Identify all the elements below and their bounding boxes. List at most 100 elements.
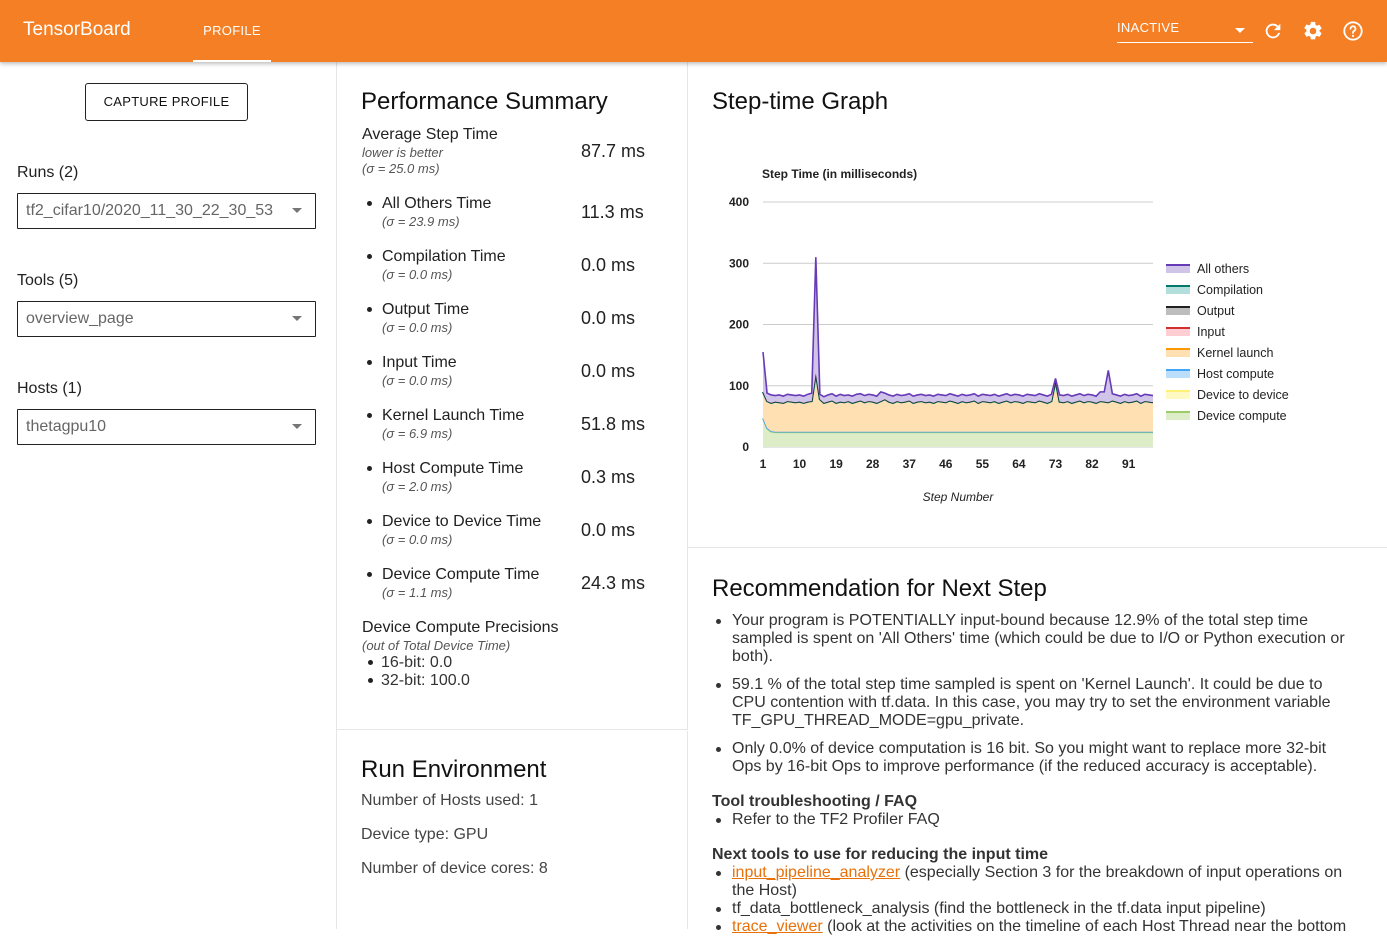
device-cores: Number of device cores: 8 — [361, 860, 548, 877]
text-line: Only 0.0% of device computation is 16 bi… — [732, 740, 1327, 757]
metric-sigma: (σ = 1.1 ms) — [382, 585, 453, 600]
legend-swatch — [1166, 412, 1190, 420]
faq-heading: Tool troubleshooting / FAQ — [712, 793, 918, 810]
x-tick-label: 28 — [866, 457, 880, 471]
metric-value: 0.0 ms — [581, 520, 636, 540]
runs-select-value: tf2_cifar10/2020_11_30_22_30_53 — [26, 202, 274, 219]
x-tick-label: 55 — [976, 457, 990, 471]
text-line: (especially Section 3 for the breakdown … — [900, 864, 1343, 881]
step-time-chart[interactable]: Step Time (in milliseconds) 0 100 200 300 40… — [688, 142, 1387, 582]
step-time-graph-title: Step-time Graph — [712, 88, 889, 115]
input-pipeline-analyzer-link[interactable]: input_pipeline_analyzer — [732, 864, 900, 881]
metric-value: 0.0 ms — [581, 255, 636, 275]
bullet-dot — [367, 307, 372, 312]
x-tick-label: 1 — [760, 457, 767, 471]
metric-value: 0.3 ms — [581, 467, 636, 487]
x-tick-label: 73 — [1049, 457, 1063, 471]
tools-select-value: overview_page — [26, 310, 134, 327]
bullet-dot — [367, 201, 372, 206]
metric-name: Device Compute Time — [382, 566, 540, 583]
legend-label: Kernel launch — [1197, 346, 1273, 360]
y-tick-label: 300 — [729, 256, 749, 270]
bullet-dot — [367, 466, 372, 471]
metric-sigma: (σ = 23.9 ms) — [382, 214, 460, 229]
run-environment-card: Run Environment Number of Hosts used: 1 … — [337, 731, 688, 929]
legend-label: Compilation — [1197, 283, 1263, 297]
runs-label: Runs (2) — [17, 164, 79, 181]
recommendation-title: Recommendation for Next Step — [712, 575, 1047, 602]
refresh-icon[interactable] — [1262, 20, 1284, 42]
text-line: Your program is POTENTIALLY input-bound … — [732, 612, 1309, 629]
metric-sigma: (σ = 0.0 ms) — [382, 373, 453, 388]
recommendation-card: Recommendation for Next Step Your progra… — [688, 549, 1387, 935]
legend-swatch — [1166, 370, 1190, 378]
metric-value: 11.3 ms — [581, 202, 644, 222]
x-axis-label: Step Number — [923, 490, 995, 504]
metric-sigma: (σ = 2.0 ms) — [382, 479, 453, 494]
hosts-select[interactable]: thetagpu10 — [17, 409, 316, 445]
text-line: the Host) — [732, 882, 797, 899]
precisions-note: (out of Total Device Time) — [362, 638, 511, 653]
plugin-status-value: INACTIVE — [1117, 20, 1180, 35]
next-tool-item: trace_viewer (look at the activities on … — [732, 918, 1372, 936]
text-line: sampled is spent on 'All Others' time (w… — [732, 630, 1345, 647]
legend-label: Device to device — [1197, 388, 1289, 402]
text-line: 59.1 % of the total step time sampled is… — [732, 676, 1323, 693]
x-tick-label: 46 — [939, 457, 953, 471]
hosts-used: Number of Hosts used: 1 — [361, 792, 538, 809]
average-step-time-note: lower is better — [362, 145, 443, 160]
legend-label: Host compute — [1197, 367, 1274, 381]
legend-label: All others — [1197, 262, 1249, 276]
chevron-down-icon — [1235, 28, 1245, 33]
top-app-bar: TensorBoard PROFILE INACTIVE — [0, 0, 1387, 62]
x-tick-label: 37 — [903, 457, 917, 471]
all-others-series-line — [762, 257, 1154, 398]
precisions-title: Device Compute Precisions — [362, 619, 559, 636]
next-tool-item: input_pipeline_analyzer (especially Sect… — [732, 864, 1372, 900]
text-line: TF_GPU_THREAD_MODE=gpu_private. — [732, 712, 1025, 729]
tools-select[interactable]: overview_page — [17, 301, 316, 337]
y-tick-label: 100 — [729, 379, 749, 393]
tab-profile[interactable]: PROFILE — [193, 0, 271, 62]
chevron-down-icon — [292, 208, 302, 213]
bullet-dot — [716, 683, 721, 688]
average-step-time-value: 87.7 ms — [581, 141, 646, 161]
tools-label: Tools (5) — [17, 272, 79, 289]
help-icon[interactable] — [1342, 20, 1364, 42]
metric-name: Device to Device Time — [382, 513, 542, 530]
x-tick-label: 82 — [1085, 457, 1099, 471]
average-step-time-sigma: (σ = 25.0 ms) — [362, 161, 440, 176]
text-line: (look at the activities on the timeline … — [822, 918, 1347, 935]
metric-sigma: (σ = 0.0 ms) — [382, 320, 453, 335]
text-line: CPU contention with tf.data. In this cas… — [732, 694, 1331, 711]
bullet-dot — [716, 619, 721, 624]
bullet-dot — [368, 678, 373, 683]
bullet-dot — [368, 660, 373, 665]
plugin-status-select[interactable]: INACTIVE — [1117, 20, 1253, 43]
bullet-dot — [716, 907, 721, 912]
metric-value: 0.0 ms — [581, 361, 636, 381]
device-type: Device type: GPU — [361, 826, 489, 843]
text-line: both). — [732, 648, 773, 665]
x-tick-label: 19 — [829, 457, 843, 471]
runs-select[interactable]: tf2_cifar10/2020_11_30_22_30_53 — [17, 193, 316, 229]
legend-swatch — [1166, 349, 1190, 357]
all-others-series-area — [763, 257, 1153, 403]
legend-swatch — [1166, 307, 1190, 315]
step-time-graph-card: Step-time Graph Step Time (in millisecon… — [688, 62, 1387, 548]
x-tick-label: 91 — [1122, 457, 1136, 471]
capture-profile-button[interactable]: CAPTURE PROFILE — [85, 83, 248, 121]
legend-swatch — [1166, 391, 1190, 399]
settings-icon[interactable] — [1302, 20, 1324, 42]
legend-label: Input — [1197, 325, 1225, 339]
bullet-dot — [716, 871, 721, 876]
bullet-dot — [716, 818, 721, 823]
average-step-time-label: Average Step Time — [362, 126, 498, 143]
metric-sigma: (σ = 6.9 ms) — [382, 426, 453, 441]
trace-viewer-link[interactable]: trace_viewer — [732, 918, 823, 935]
hosts-label: Hosts (1) — [17, 380, 82, 397]
metric-name: Host Compute Time — [382, 460, 524, 477]
faq-item[interactable]: Refer to the TF2 Profiler FAQ — [732, 811, 1372, 829]
hosts-select-value: thetagpu10 — [26, 418, 107, 435]
chevron-down-icon — [292, 316, 302, 321]
